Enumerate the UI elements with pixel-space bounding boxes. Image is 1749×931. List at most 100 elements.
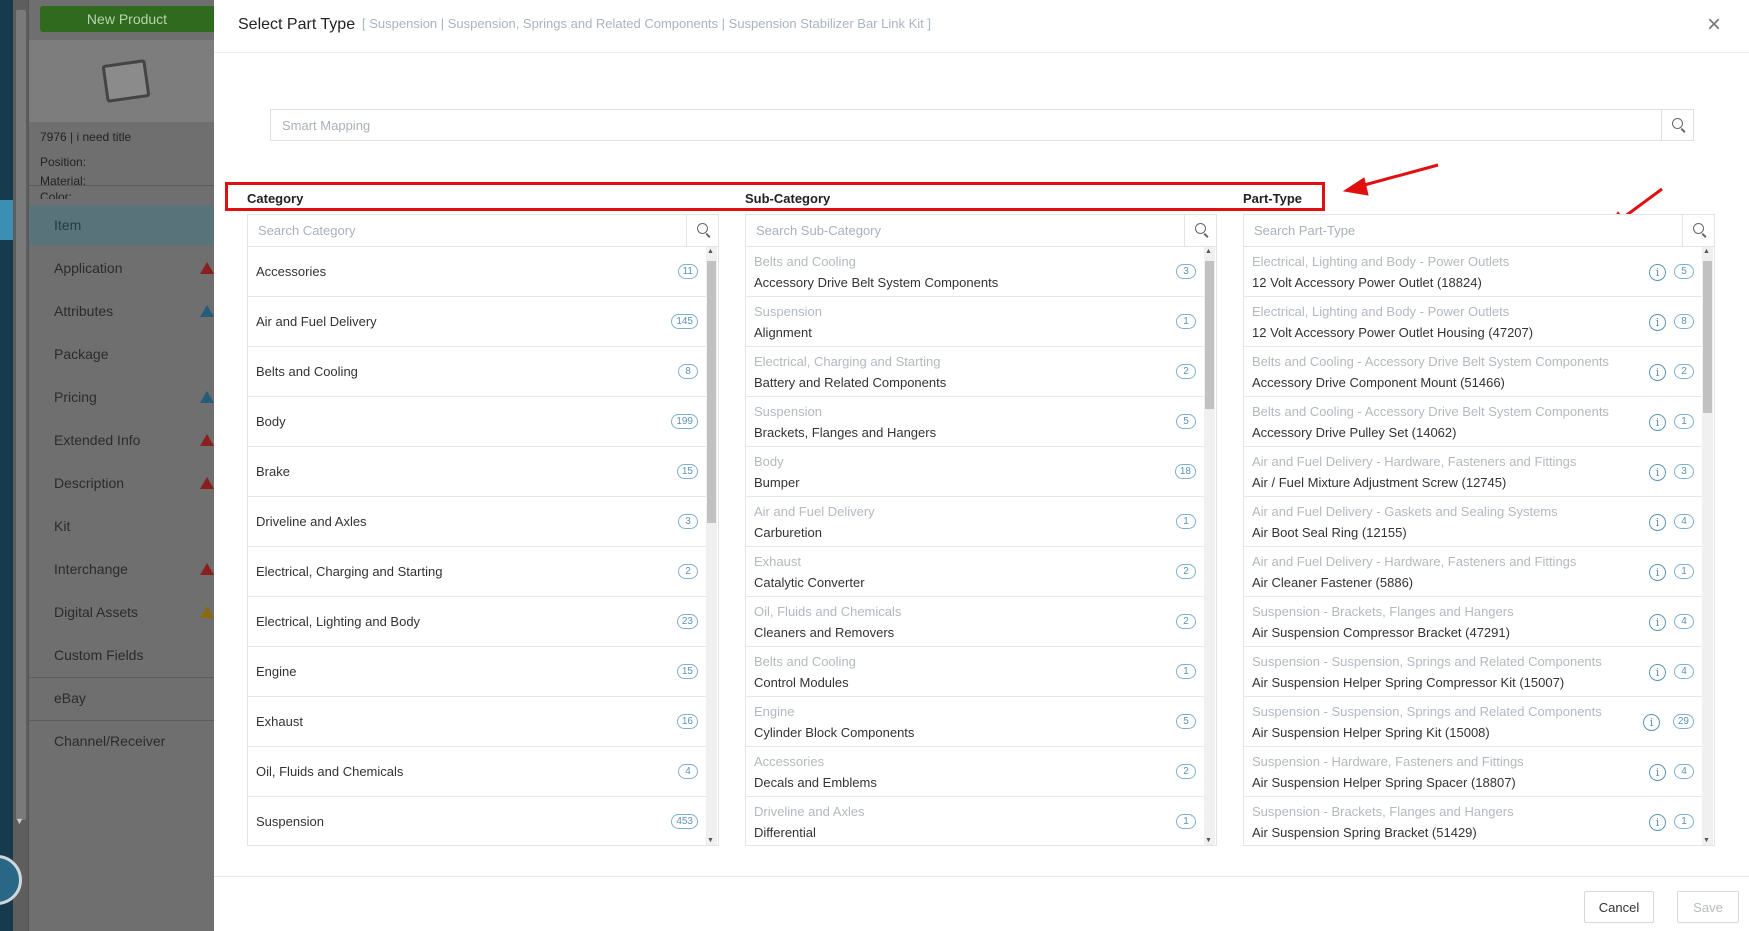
close-icon[interactable]: × — [1707, 10, 1721, 40]
info-icon[interactable]: i — [1649, 314, 1666, 331]
background-scrollbar[interactable]: ▼ — [13, 0, 29, 931]
scroll-up-icon[interactable]: ▲ — [1205, 248, 1212, 255]
parttype-item[interactable]: Belts and Cooling - Accessory Drive Belt… — [1244, 347, 1702, 397]
scroll-up-icon[interactable]: ▲ — [707, 248, 714, 255]
parttype-item[interactable]: Suspension - Hardware, Fasteners and Fit… — [1244, 747, 1702, 797]
category-item[interactable]: Body 199 — [248, 397, 706, 447]
scroll-down-icon[interactable]: ▼ — [1205, 837, 1212, 844]
nav-item[interactable]: Application — [54, 248, 214, 288]
subcategory-scrollbar[interactable]: ▲ ▼ — [1204, 247, 1215, 845]
nav-item[interactable]: Extended Info — [54, 420, 214, 460]
scrollbar-thumb[interactable] — [1703, 261, 1712, 413]
subcategory-list[interactable]: Belts and Cooling Accessory Drive Belt Sy… — [746, 247, 1204, 845]
subcategory-item[interactable]: Belts and Cooling Control Modules 1 — [746, 647, 1204, 697]
info-icon[interactable]: i — [1649, 514, 1666, 531]
category-item[interactable]: Electrical, Lighting and Body 23 — [248, 597, 706, 647]
category-item[interactable]: Brake 15 — [248, 447, 706, 497]
subcategory-item[interactable]: Driveline and Axles Differential 1 — [746, 797, 1204, 845]
info-icon[interactable]: i — [1649, 614, 1666, 631]
nav-item[interactable]: Description — [54, 463, 214, 503]
info-icon[interactable]: i — [1649, 564, 1666, 581]
subcategory-item[interactable]: Suspension Alignment 1 — [746, 297, 1204, 347]
subcategory-item[interactable]: Oil, Fluids and Chemicals Cleaners and Re… — [746, 597, 1204, 647]
parttype-item[interactable]: Suspension - Brackets, Flanges and Hange… — [1244, 597, 1702, 647]
cancel-button[interactable]: Cancel — [1584, 891, 1654, 923]
parttype-item[interactable]: Air and Fuel Delivery - Hardware, Fasten… — [1244, 447, 1702, 497]
category-item[interactable]: Electrical, Charging and Starting 2 — [248, 547, 706, 597]
nav-item[interactable]: Item — [29, 205, 214, 245]
category-item[interactable]: Air and Fuel Delivery 145 — [248, 297, 706, 347]
count-badge: 4 — [1674, 614, 1694, 629]
scroll-down-icon[interactable]: ▼ — [1703, 837, 1710, 844]
subcategory-item[interactable]: Engine Cylinder Block Components 5 — [746, 697, 1204, 747]
subcategory-item[interactable]: Accessories Decals and Emblems 2 — [746, 747, 1204, 797]
parttype-item[interactable]: Air and Fuel Delivery - Hardware, Fasten… — [1244, 547, 1702, 597]
parttype-item[interactable]: Electrical, Lighting and Body - Power Ou… — [1244, 297, 1702, 347]
parttype-item[interactable]: Electrical, Lighting and Body - Power Ou… — [1244, 247, 1702, 297]
smart-mapping-input[interactable] — [271, 110, 1661, 140]
warning-icon — [200, 606, 214, 618]
category-item[interactable]: Suspension 453 — [248, 797, 706, 845]
parttype-item[interactable]: Air and Fuel Delivery - Gaskets and Seal… — [1244, 497, 1702, 547]
nav-item[interactable]: Interchange — [54, 549, 214, 589]
parttype-item[interactable]: Suspension - Brackets, Flanges and Hange… — [1244, 797, 1702, 845]
nav-item[interactable]: Custom Fields — [54, 635, 214, 675]
parttype-name: Air / Fuel Mixture Adjustment Screw (127… — [1252, 475, 1507, 490]
info-icon[interactable]: i — [1649, 264, 1666, 281]
category-item[interactable]: Accessories 11 — [248, 247, 706, 297]
parttype-list[interactable]: Electrical, Lighting and Body - Power Ou… — [1244, 247, 1702, 845]
category-scrollbar[interactable]: ▲ ▼ — [706, 247, 717, 845]
info-icon[interactable]: i — [1649, 764, 1666, 781]
category-list[interactable]: Accessories 11 Air and Fuel Delivery 145 Bel… — [248, 247, 706, 845]
nav-item-label: Kit — [54, 518, 71, 534]
subcategory-search-input[interactable] — [746, 215, 1186, 246]
subcategory-search-button[interactable] — [1184, 215, 1216, 246]
info-icon[interactable]: i — [1649, 464, 1666, 481]
subcategory-item[interactable]: Body Bumper 18 — [746, 447, 1204, 497]
scrollbar-thumb[interactable] — [1205, 261, 1214, 409]
category-item[interactable]: Oil, Fluids and Chemicals 4 — [248, 747, 706, 797]
info-icon[interactable]: i — [1649, 414, 1666, 431]
subcategory-item[interactable]: Electrical, Charging and Starting Battery… — [746, 347, 1204, 397]
save-button[interactable]: Save — [1677, 891, 1739, 923]
category-search-input[interactable] — [248, 215, 688, 246]
parttype-search-button[interactable] — [1682, 215, 1714, 246]
subcategory-item[interactable]: Suspension Brackets, Flanges and Hangers 5 — [746, 397, 1204, 447]
smart-mapping-search-button[interactable] — [1661, 110, 1693, 140]
category-search-button[interactable] — [686, 215, 718, 246]
nav-item[interactable]: Channel/Receiver — [54, 721, 214, 761]
search-icon — [697, 223, 708, 234]
nav-item[interactable]: Kit — [54, 506, 214, 546]
info-icon[interactable]: i — [1649, 664, 1666, 681]
scrollbar-thumb[interactable] — [707, 261, 716, 523]
parttype-item[interactable]: Belts and Cooling - Accessory Drive Belt… — [1244, 397, 1702, 447]
info-icon[interactable]: i — [1649, 814, 1666, 831]
parttype-search-input[interactable] — [1244, 215, 1684, 246]
category-item[interactable]: Driveline and Axles 3 — [248, 497, 706, 547]
app-edge-highlight — [0, 200, 13, 240]
parttype-item[interactable]: Suspension - Suspension, Springs and Rel… — [1244, 697, 1702, 747]
count-badge: 4 — [1674, 764, 1694, 779]
nav-item[interactable]: Attributes — [54, 291, 214, 331]
parttype-item[interactable]: Suspension - Suspension, Springs and Rel… — [1244, 647, 1702, 697]
nav-item[interactable]: Package — [54, 334, 214, 374]
subcategory-item[interactable]: Exhaust Catalytic Converter 2 — [746, 547, 1204, 597]
category-item[interactable]: Engine 15 — [248, 647, 706, 697]
category-item[interactable]: Exhaust 16 — [248, 697, 706, 747]
category-item[interactable]: Belts and Cooling 8 — [248, 347, 706, 397]
info-icon[interactable]: i — [1643, 714, 1660, 731]
count-badge: 453 — [671, 814, 698, 829]
info-icon[interactable]: i — [1649, 364, 1666, 381]
scroll-up-icon[interactable]: ▲ — [1703, 248, 1710, 255]
nav-item[interactable]: Pricing — [54, 377, 214, 417]
nav-item[interactable]: eBay — [54, 678, 214, 718]
nav-item[interactable]: Digital Assets — [54, 592, 214, 632]
new-product-button[interactable]: New Product — [40, 6, 214, 32]
subcategory-item[interactable]: Air and Fuel Delivery Carburetion 1 — [746, 497, 1204, 547]
scroll-down-icon[interactable]: ▼ — [707, 837, 714, 844]
scrollbar-thumb[interactable] — [16, 10, 26, 820]
subcategory-item[interactable]: Belts and Cooling Accessory Drive Belt Sy… — [746, 247, 1204, 297]
scroll-down-arrow-icon[interactable]: ▼ — [15, 816, 24, 826]
count-badge: 15 — [676, 464, 698, 479]
parttype-scrollbar[interactable]: ▲ ▼ — [1702, 247, 1713, 845]
